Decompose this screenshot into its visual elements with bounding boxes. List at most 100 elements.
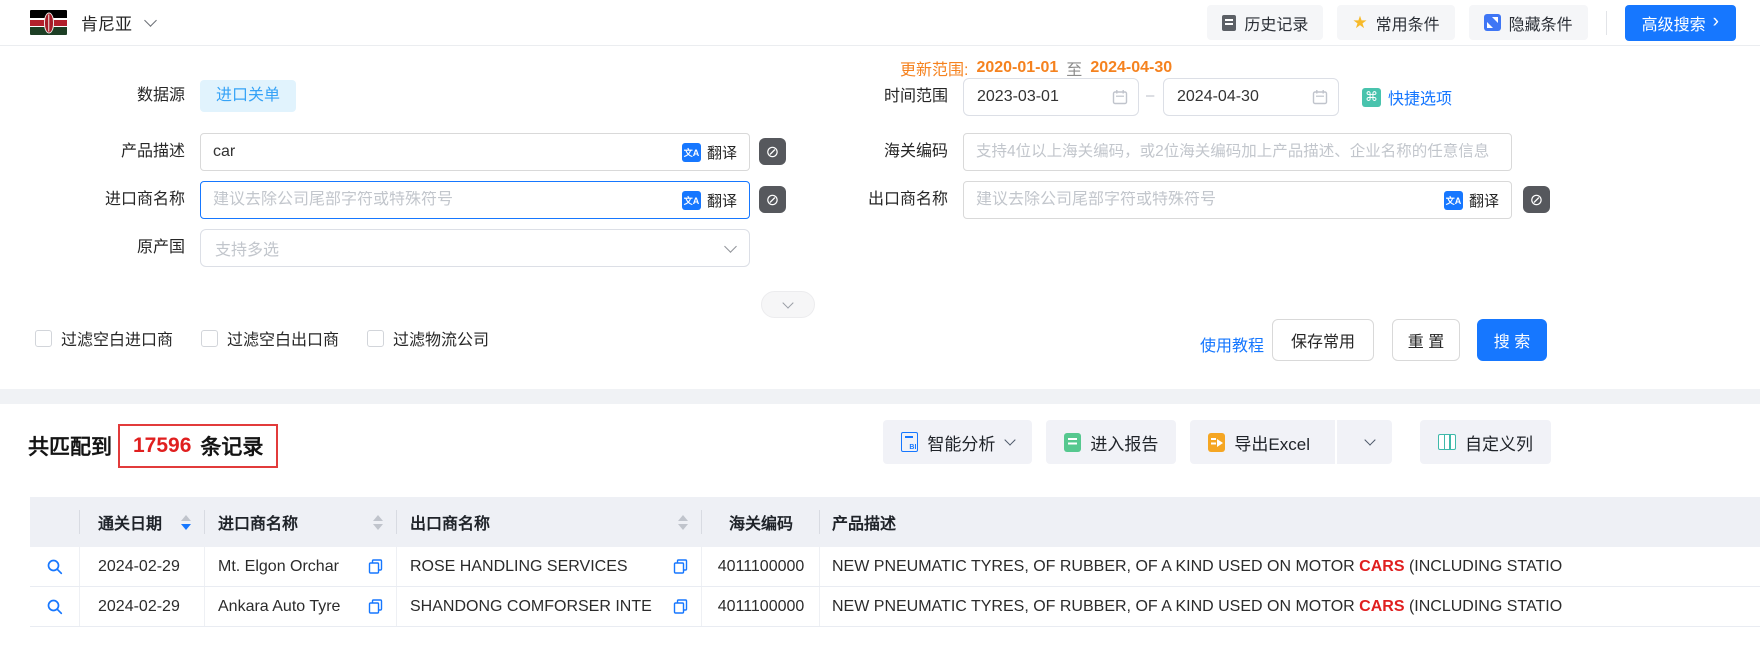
tutorial-link[interactable]: 使用教程: [1200, 332, 1264, 356]
divider: [1335, 420, 1337, 464]
search-button[interactable]: 搜 索: [1477, 319, 1547, 361]
save-favorite-button[interactable]: 保存常用: [1272, 319, 1374, 361]
custom-columns-button[interactable]: 自定义列: [1420, 420, 1551, 464]
update-to-date: 2024-04-30: [1090, 59, 1172, 77]
checkbox-icon: [35, 330, 52, 347]
record-count: 17596: [133, 434, 191, 458]
collapse-icon: [1484, 14, 1501, 31]
expand-collapse-pill[interactable]: [761, 291, 815, 318]
hide-conditions-button[interactable]: 隐藏条件: [1469, 5, 1588, 40]
star-icon: ★: [1352, 14, 1367, 31]
advanced-search-button[interactable]: 高级搜索 ›: [1625, 5, 1736, 41]
cell-importer[interactable]: Ankara Auto Tyre: [218, 598, 340, 616]
translate-button[interactable]: 文A 翻译: [682, 142, 737, 163]
calendar-icon: [1112, 89, 1128, 105]
translate-button[interactable]: 文A 翻译: [1444, 190, 1499, 211]
chevron-down-icon: [724, 240, 737, 253]
product-desc-label: 产品描述: [0, 142, 185, 162]
divider: [1606, 11, 1607, 35]
keyword-highlight: CARS: [1359, 558, 1404, 575]
copy-icon[interactable]: [368, 599, 383, 614]
row-detail-search-icon[interactable]: [46, 558, 64, 576]
checkbox-filter-blank-importer[interactable]: 过滤空白进口商: [35, 326, 173, 350]
chevron-down-icon: [1364, 434, 1375, 445]
table-header-row: 通关日期 进口商名称 出口商名称: [30, 497, 1760, 547]
sort-icons[interactable]: [373, 515, 383, 530]
cell-exporter[interactable]: ROSE HANDLING SERVICES: [410, 558, 628, 576]
enter-report-button[interactable]: 进入报告: [1046, 420, 1176, 464]
copy-icon[interactable]: [673, 559, 688, 574]
copy-icon[interactable]: [673, 599, 688, 614]
results-table: 通关日期 进口商名称 出口商名称: [30, 497, 1760, 627]
hs-code-input[interactable]: [976, 143, 1499, 161]
header-product-desc: 产品描述: [820, 497, 1760, 547]
product-desc-input[interactable]: [213, 143, 682, 161]
chevron-right-icon: ›: [1713, 12, 1719, 31]
cell-importer[interactable]: Mt. Elgon Orchar: [218, 558, 339, 576]
origin-country-select[interactable]: 支持多选: [200, 229, 750, 267]
history-button[interactable]: 历史记录: [1207, 5, 1323, 40]
header-search-column: [30, 497, 80, 547]
header-clearance-date[interactable]: 通关日期: [80, 497, 205, 547]
translate-icon: 文A: [1444, 191, 1463, 210]
export-excel-split-button: 导出Excel: [1190, 420, 1392, 464]
exclude-keywords-button[interactable]: ⊘: [1523, 186, 1550, 213]
result-count-line: 共匹配到 17596 条记录: [28, 423, 278, 469]
quick-options-icon: ⌘: [1362, 88, 1381, 107]
sort-asc-icon: [181, 515, 191, 521]
date-range-dash: –: [1146, 87, 1154, 104]
favorite-conditions-button[interactable]: ★ 常用条件: [1337, 5, 1454, 40]
calendar-icon: [1312, 89, 1328, 105]
count-suffix: 条记录: [200, 431, 263, 461]
table-row: 2024-02-29 Mt. Elgon Orchar ROSE HANDLIN…: [30, 547, 1760, 587]
checkbox-icon: [367, 330, 384, 347]
excel-icon: [1208, 433, 1225, 452]
date-from-picker[interactable]: 2023-03-01: [963, 78, 1139, 116]
chevron-down-icon: [782, 297, 793, 308]
checkbox-filter-blank-exporter[interactable]: 过滤空白出口商: [201, 326, 339, 350]
keyword-highlight: CARS: [1359, 598, 1404, 615]
checkbox-icon: [201, 330, 218, 347]
origin-country-label: 原产国: [0, 238, 185, 258]
sort-desc-icon: [373, 524, 383, 530]
export-excel-button[interactable]: 导出Excel: [1190, 420, 1326, 464]
header-hs-code: 海关编码: [702, 497, 820, 547]
checkbox-filter-logistics[interactable]: 过滤物流公司: [367, 326, 489, 350]
sort-icons[interactable]: [678, 515, 688, 530]
reset-button[interactable]: 重 置: [1392, 319, 1460, 361]
cell-hs-code: 4011100000: [718, 558, 805, 576]
hs-code-label: 海关编码: [768, 142, 948, 162]
cell-date: 2024-02-29: [98, 558, 180, 576]
chevron-down-icon[interactable]: [144, 14, 157, 27]
country-selector-label[interactable]: 肯尼亚: [81, 10, 132, 35]
origin-placeholder: 支持多选: [215, 236, 726, 260]
translate-button[interactable]: 文A 翻译: [682, 190, 737, 211]
header-exporter[interactable]: 出口商名称: [397, 497, 702, 547]
date-to-picker[interactable]: 2024-04-30: [1163, 78, 1339, 116]
sort-asc-icon: [678, 515, 688, 521]
update-from-date: 2020-01-01: [976, 59, 1058, 77]
importer-label: 进口商名称: [0, 190, 185, 210]
copy-icon[interactable]: [368, 559, 383, 574]
cell-date: 2024-02-29: [98, 598, 180, 616]
analysis-icon: [901, 432, 918, 452]
importer-input[interactable]: [213, 191, 682, 209]
smart-analysis-button[interactable]: 智能分析: [883, 420, 1032, 464]
trade-data-search-page: 肯尼亚 历史记录 ★ 常用条件 隐藏条件 高级搜索 › 数据源 进口关单 产品描…: [0, 0, 1760, 646]
section-separator: [0, 389, 1760, 404]
update-range-label: 更新范围:: [900, 56, 968, 80]
row-detail-search-icon[interactable]: [46, 598, 64, 616]
cell-exporter[interactable]: SHANDONG COMFORSER INTE: [410, 598, 652, 616]
sort-desc-icon: [678, 524, 688, 530]
quick-options-button[interactable]: ⌘ 快捷选项: [1362, 85, 1452, 109]
export-options-caret[interactable]: [1346, 420, 1392, 464]
count-highlight-box: 17596 条记录: [118, 424, 278, 468]
sort-icons[interactable]: [181, 515, 191, 530]
data-source-chip-import[interactable]: 进口关单: [200, 80, 296, 112]
exporter-input[interactable]: [976, 191, 1444, 209]
exporter-inputbox: 文A 翻译: [963, 181, 1512, 219]
header-importer[interactable]: 进口商名称: [205, 497, 397, 547]
table-row: 2024-02-29 Ankara Auto Tyre SHANDONG COM…: [30, 587, 1760, 627]
columns-icon: [1438, 434, 1456, 450]
history-icon: [1222, 15, 1236, 31]
